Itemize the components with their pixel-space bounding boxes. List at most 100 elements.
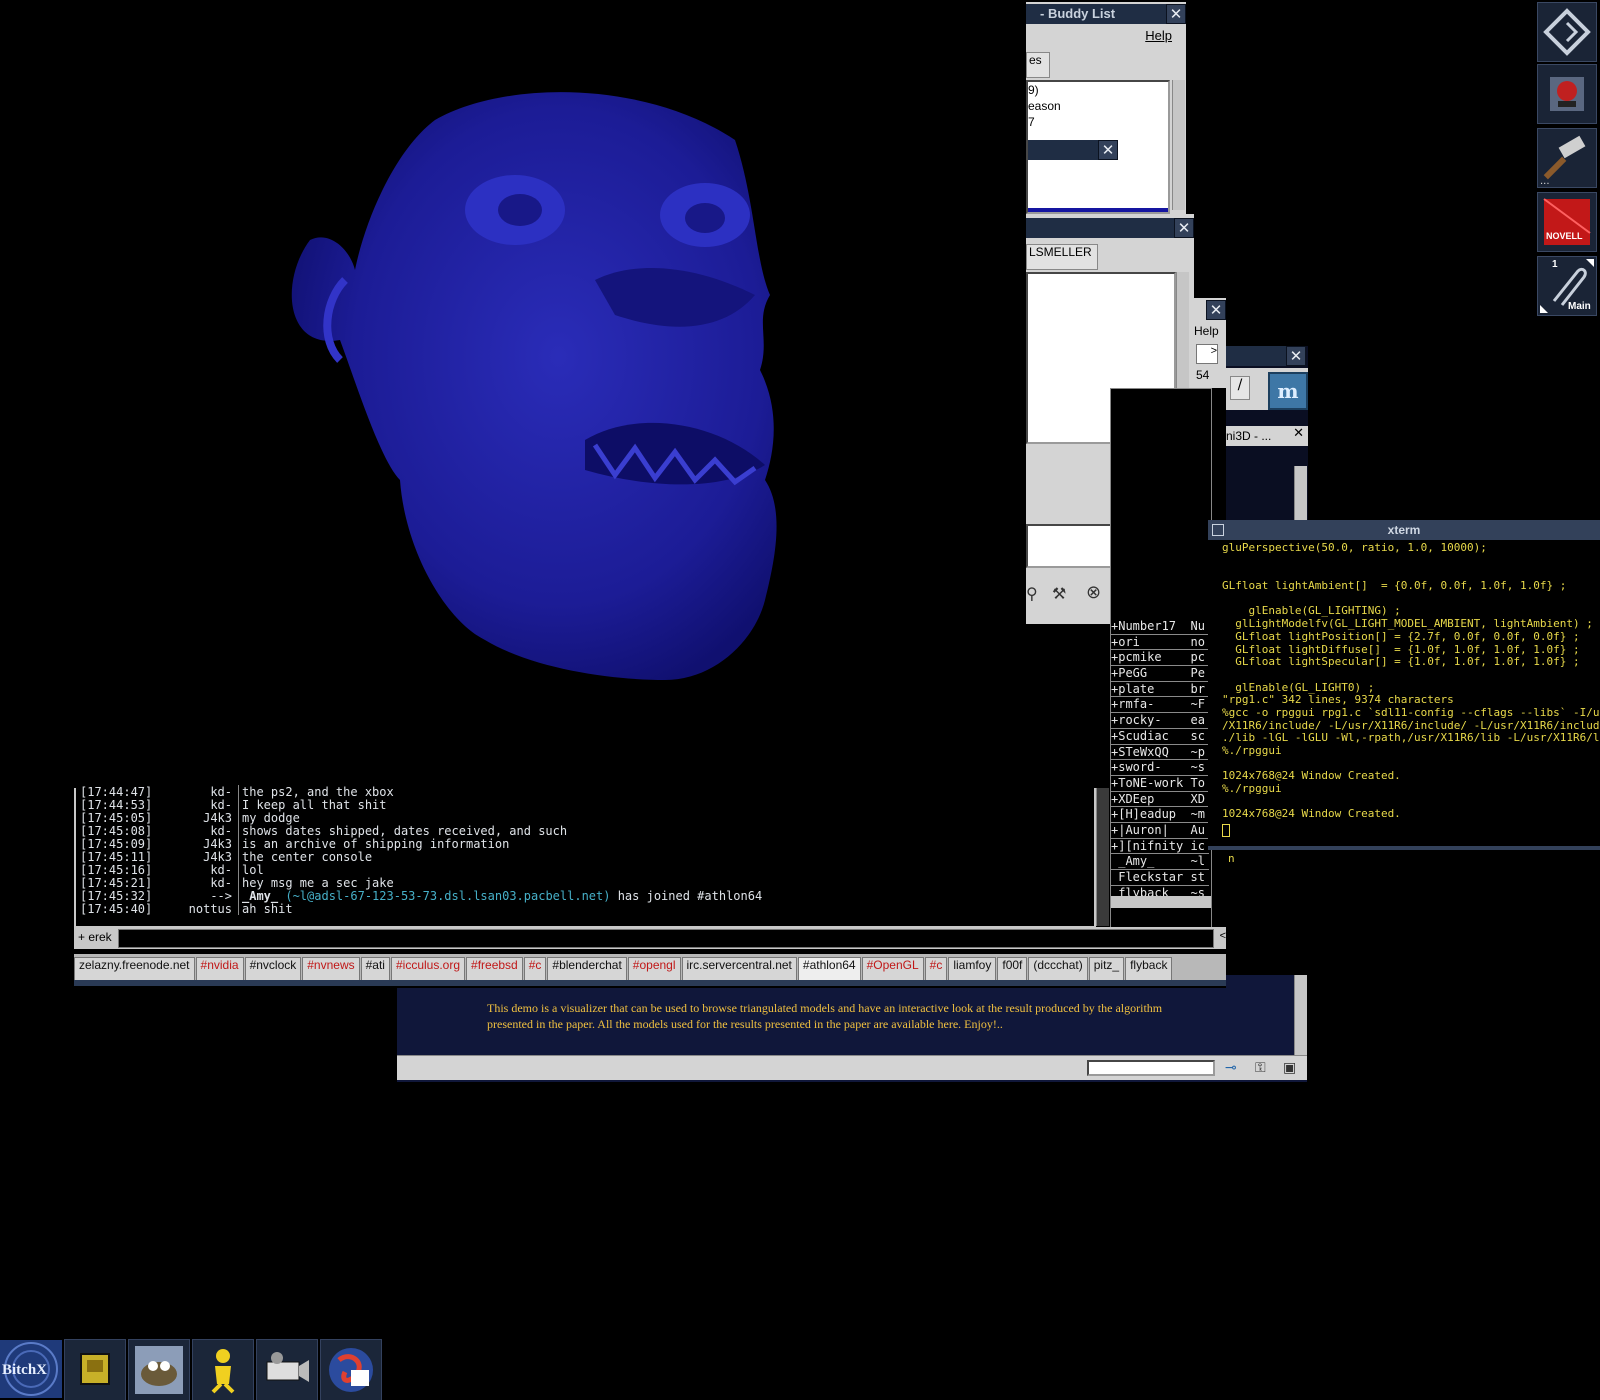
nick-list-item[interactable]: +ori no xyxy=(1111,635,1209,651)
channel-tab[interactable]: #freebsd xyxy=(466,957,523,980)
irc-input[interactable] xyxy=(118,929,1214,948)
nick[interactable]: kd- xyxy=(210,798,232,812)
menu-help[interactable]: Help xyxy=(1145,28,1172,43)
channel-tab[interactable]: #nvidia xyxy=(195,957,244,980)
buddy-list-scrollbar[interactable] xyxy=(1172,80,1185,210)
irc-text-area[interactable]: [17:44:47] kd-the ps2, and the xbox [17:44… xyxy=(74,785,1096,928)
tab-chat[interactable]: LSMELLER xyxy=(1026,244,1098,270)
browser-scrollbar[interactable] xyxy=(1294,975,1307,1055)
popup-icon[interactable]: ▣ xyxy=(1283,1060,1296,1076)
bitchx-logo[interactable]: BitchX xyxy=(0,1340,62,1398)
mini3d-titlebar[interactable] xyxy=(1226,346,1288,366)
channel-tab[interactable]: pitz_ xyxy=(1088,957,1125,980)
nick[interactable]: nottus xyxy=(189,902,232,916)
find-icon[interactable]: ⚲ xyxy=(1026,584,1038,603)
channel-tab[interactable]: zelazny.freenode.net xyxy=(74,957,195,980)
buddy-row[interactable]: eason xyxy=(1028,98,1168,114)
nick[interactable]: J4k3 xyxy=(203,837,232,851)
nick-list-item[interactable]: Fleckstar st xyxy=(1111,870,1209,886)
security-icon[interactable]: ⚿ xyxy=(1255,1060,1266,1076)
nick-list-item[interactable]: +rmfa- ~F xyxy=(1111,697,1209,714)
nick-list-item[interactable]: +STeWxQQ ~p xyxy=(1111,745,1209,761)
nick[interactable]: --> xyxy=(210,889,232,903)
nick-list-item[interactable]: +sword- ~s xyxy=(1111,760,1209,776)
nick-list-item[interactable]: +pcmike pc xyxy=(1111,650,1209,667)
nick-list-item[interactable]: +ToNE-work To xyxy=(1111,776,1209,792)
dock-hammer-icon[interactable]: ... xyxy=(1537,128,1597,188)
task-fist-icon[interactable] xyxy=(64,1339,126,1400)
channel-tab[interactable]: #ati xyxy=(360,957,390,980)
nick-list-item[interactable]: +[H]eadup ~m xyxy=(1111,807,1209,823)
task-gimp-icon[interactable] xyxy=(128,1339,190,1400)
dock-nextstep-icon[interactable] xyxy=(1537,2,1597,62)
channel-tab[interactable]: #nvnews xyxy=(302,957,360,980)
arrow-button[interactable]: > xyxy=(1196,344,1218,364)
nick-list-hscroll[interactable] xyxy=(1110,896,1211,908)
connection-icon[interactable]: ⊸ xyxy=(1225,1060,1237,1076)
nick[interactable]: kd- xyxy=(210,824,232,838)
channel-tab[interactable]: flyback xyxy=(1125,957,1173,980)
nick-list-item[interactable]: +rocky- ea xyxy=(1111,713,1209,729)
channel-tab[interactable]: f00f xyxy=(997,957,1028,980)
join-nick[interactable]: _Amy_ xyxy=(242,889,278,903)
block-icon[interactable]: ⊗ xyxy=(1086,582,1101,603)
nick-list-item[interactable]: +][nifnity ic xyxy=(1111,839,1209,855)
task-aim-icon[interactable] xyxy=(192,1339,254,1400)
tab-buddies[interactable]: es xyxy=(1026,52,1050,78)
nick[interactable]: kd- xyxy=(210,785,232,799)
channel-tab[interactable]: #icculus.org xyxy=(390,957,466,980)
gun-icon[interactable]: ⚒ xyxy=(1052,584,1066,603)
channel-tab[interactable]: (dccchat) xyxy=(1028,957,1088,980)
nick-list[interactable]: +Number17 Nu +ori no +pcmike pc +PeGG Pe +pl… xyxy=(1110,388,1212,928)
task-camera-icon[interactable] xyxy=(256,1339,318,1400)
dock-clip-icon[interactable]: 1 Main xyxy=(1537,256,1597,316)
buddy-list-titlebar[interactable]: - Buddy List xyxy=(1026,4,1180,24)
nick-button[interactable]: + erek xyxy=(78,930,112,944)
nick-list-item[interactable]: +Scudiac sc xyxy=(1111,729,1209,745)
xterm-terminal[interactable]: gluPerspective(50.0, ratio, 1.0, 10000);… xyxy=(1222,542,1600,842)
close-icon[interactable]: ✕ xyxy=(1098,140,1118,160)
channel-tab[interactable]: irc.servercentral.net xyxy=(681,957,797,980)
channel-tab[interactable]: #c xyxy=(924,957,948,980)
close-icon[interactable]: ✕ xyxy=(1286,346,1306,366)
menu-help[interactable]: Help xyxy=(1194,324,1219,338)
nick-list-item[interactable]: +XDEep XD xyxy=(1111,792,1209,808)
channel-tab[interactable]: #opengl xyxy=(627,957,681,980)
nick[interactable]: kd- xyxy=(210,876,232,890)
dock-novell-icon[interactable]: NOVELL xyxy=(1537,192,1597,252)
xterm-menu-icon[interactable] xyxy=(1212,524,1224,536)
xterm-titlebar[interactable]: xterm xyxy=(1208,520,1600,540)
close-icon[interactable]: ✕ xyxy=(1166,4,1186,24)
nick-list-item[interactable]: +plate br xyxy=(1111,682,1209,698)
channel-tab[interactable]: #athlon64 xyxy=(797,957,861,980)
irc-scrollbar[interactable] xyxy=(1096,788,1109,926)
close-icon[interactable]: ✕ xyxy=(1206,300,1226,320)
scroll-left-button[interactable]: < xyxy=(1220,930,1226,942)
channel-tab[interactable]: #c xyxy=(523,957,547,980)
terminal-line: GLfloat lightSpecular[] = {1.0f, 1.0f, 1… xyxy=(1222,655,1580,669)
buddy-row[interactable]: 9) xyxy=(1028,82,1168,98)
nick-list-item[interactable]: +Number17 Nu xyxy=(1111,619,1209,635)
mini3d-task[interactable]: ni3D - ... ✕ xyxy=(1226,426,1308,446)
nick[interactable]: J4k3 xyxy=(203,811,232,825)
nick-separator xyxy=(238,811,239,824)
mini3d-scrollbar[interactable] xyxy=(1294,466,1307,526)
nick-list-item[interactable]: +|Auron| Au xyxy=(1111,823,1209,839)
nick-list-item[interactable]: +PeGG Pe xyxy=(1111,666,1209,682)
channel-tab[interactable]: #nvclock xyxy=(244,957,302,980)
nick[interactable]: J4k3 xyxy=(203,850,232,864)
dock-redhat-icon[interactable] xyxy=(1537,64,1597,124)
mozilla-icon[interactable]: m xyxy=(1268,372,1308,410)
nick[interactable]: kd- xyxy=(210,863,232,877)
close-icon[interactable]: ✕ xyxy=(1293,426,1304,441)
close-icon[interactable]: ✕ xyxy=(1174,218,1194,238)
chat-titlebar[interactable] xyxy=(1026,218,1180,238)
buddy-row[interactable]: 7 xyxy=(1028,114,1168,130)
buddy-list-tree[interactable]: 9) eason 7 ✕ xyxy=(1026,80,1170,214)
nick-list-item[interactable]: _Amy_ ~l xyxy=(1111,854,1209,870)
channel-tab[interactable]: #blenderchat xyxy=(547,957,627,980)
channel-tab[interactable]: liamfoy xyxy=(948,957,997,980)
pen-icon[interactable]: / xyxy=(1230,376,1250,400)
channel-tab[interactable]: #OpenGL xyxy=(861,957,924,980)
task-debian-icon[interactable] xyxy=(320,1339,382,1400)
